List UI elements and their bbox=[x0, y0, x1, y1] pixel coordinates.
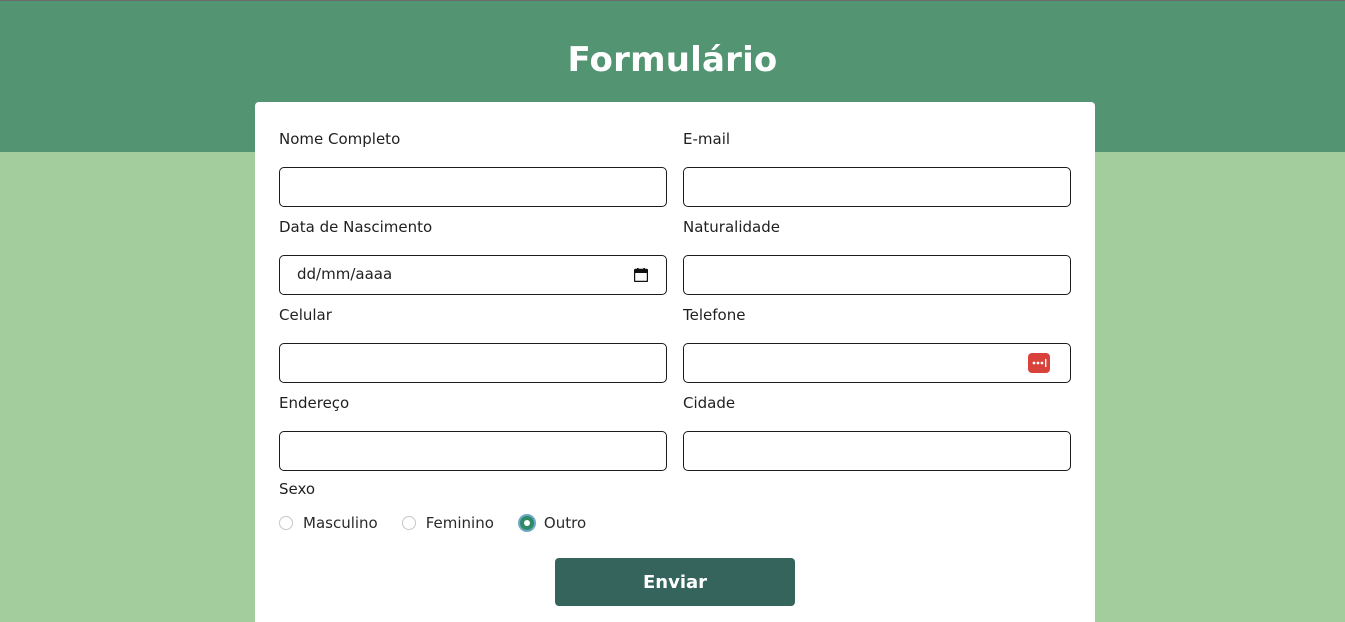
sexo-radio-group: Masculino Feminino Outro bbox=[279, 512, 610, 534]
radio-label-outro: Outro bbox=[543, 514, 587, 532]
label-telefone: Telefone bbox=[683, 306, 746, 324]
field-email: E-mail bbox=[683, 129, 1071, 207]
password-manager-icon[interactable] bbox=[1028, 353, 1050, 373]
input-box-endereco bbox=[279, 431, 667, 471]
endereco-input[interactable] bbox=[280, 432, 666, 470]
submit-button[interactable]: Enviar bbox=[555, 558, 795, 606]
date-placeholder: dd/mm/aaaa bbox=[297, 265, 393, 283]
input-box-naturalidade bbox=[683, 255, 1071, 295]
radio-outro[interactable] bbox=[517, 514, 536, 532]
sexo-label: Sexo bbox=[279, 480, 316, 498]
radio-label-feminino: Feminino bbox=[425, 514, 494, 532]
radio-option-outro[interactable]: Outro bbox=[517, 514, 587, 532]
field-endereco: Endereço bbox=[279, 393, 667, 471]
field-nascimento: Data de Nascimento dd/mm/aaaa bbox=[279, 217, 667, 295]
input-box-email bbox=[683, 167, 1071, 207]
input-box-cidade bbox=[683, 431, 1071, 471]
label-nome: Nome Completo bbox=[279, 130, 401, 148]
celular-input[interactable] bbox=[280, 344, 666, 382]
label-email: E-mail bbox=[683, 130, 731, 148]
date-input[interactable]: dd/mm/aaaa bbox=[279, 255, 667, 295]
nome-input[interactable] bbox=[280, 168, 666, 206]
radio-option-feminino[interactable]: Feminino bbox=[401, 514, 494, 532]
cidade-input[interactable] bbox=[684, 432, 1070, 470]
input-box-telefone bbox=[683, 343, 1071, 383]
form-card: Nome Completo E-mail Data de Nascimento … bbox=[255, 102, 1095, 622]
label-nascimento: Data de Nascimento bbox=[279, 218, 433, 236]
naturalidade-input[interactable] bbox=[684, 256, 1070, 294]
email-input[interactable] bbox=[684, 168, 1070, 206]
field-celular: Celular bbox=[279, 305, 667, 383]
telefone-input[interactable] bbox=[684, 344, 1070, 382]
label-naturalidade: Naturalidade bbox=[683, 218, 780, 236]
field-cidade: Cidade bbox=[683, 393, 1071, 471]
radio-label-masculino: Masculino bbox=[303, 514, 378, 532]
label-cidade: Cidade bbox=[683, 394, 736, 412]
field-nome: Nome Completo bbox=[279, 129, 667, 207]
input-box-celular bbox=[279, 343, 667, 383]
radio-masculino[interactable] bbox=[279, 516, 293, 530]
field-naturalidade: Naturalidade bbox=[683, 217, 1071, 295]
field-telefone: Telefone bbox=[683, 305, 1071, 383]
page-title: Formulário bbox=[567, 40, 778, 80]
radio-option-masculino[interactable]: Masculino bbox=[279, 514, 378, 532]
input-box-nome bbox=[279, 167, 667, 207]
label-endereco: Endereço bbox=[279, 394, 350, 412]
calendar-icon[interactable] bbox=[634, 268, 648, 282]
label-celular: Celular bbox=[279, 306, 332, 324]
radio-feminino[interactable] bbox=[401, 516, 416, 530]
